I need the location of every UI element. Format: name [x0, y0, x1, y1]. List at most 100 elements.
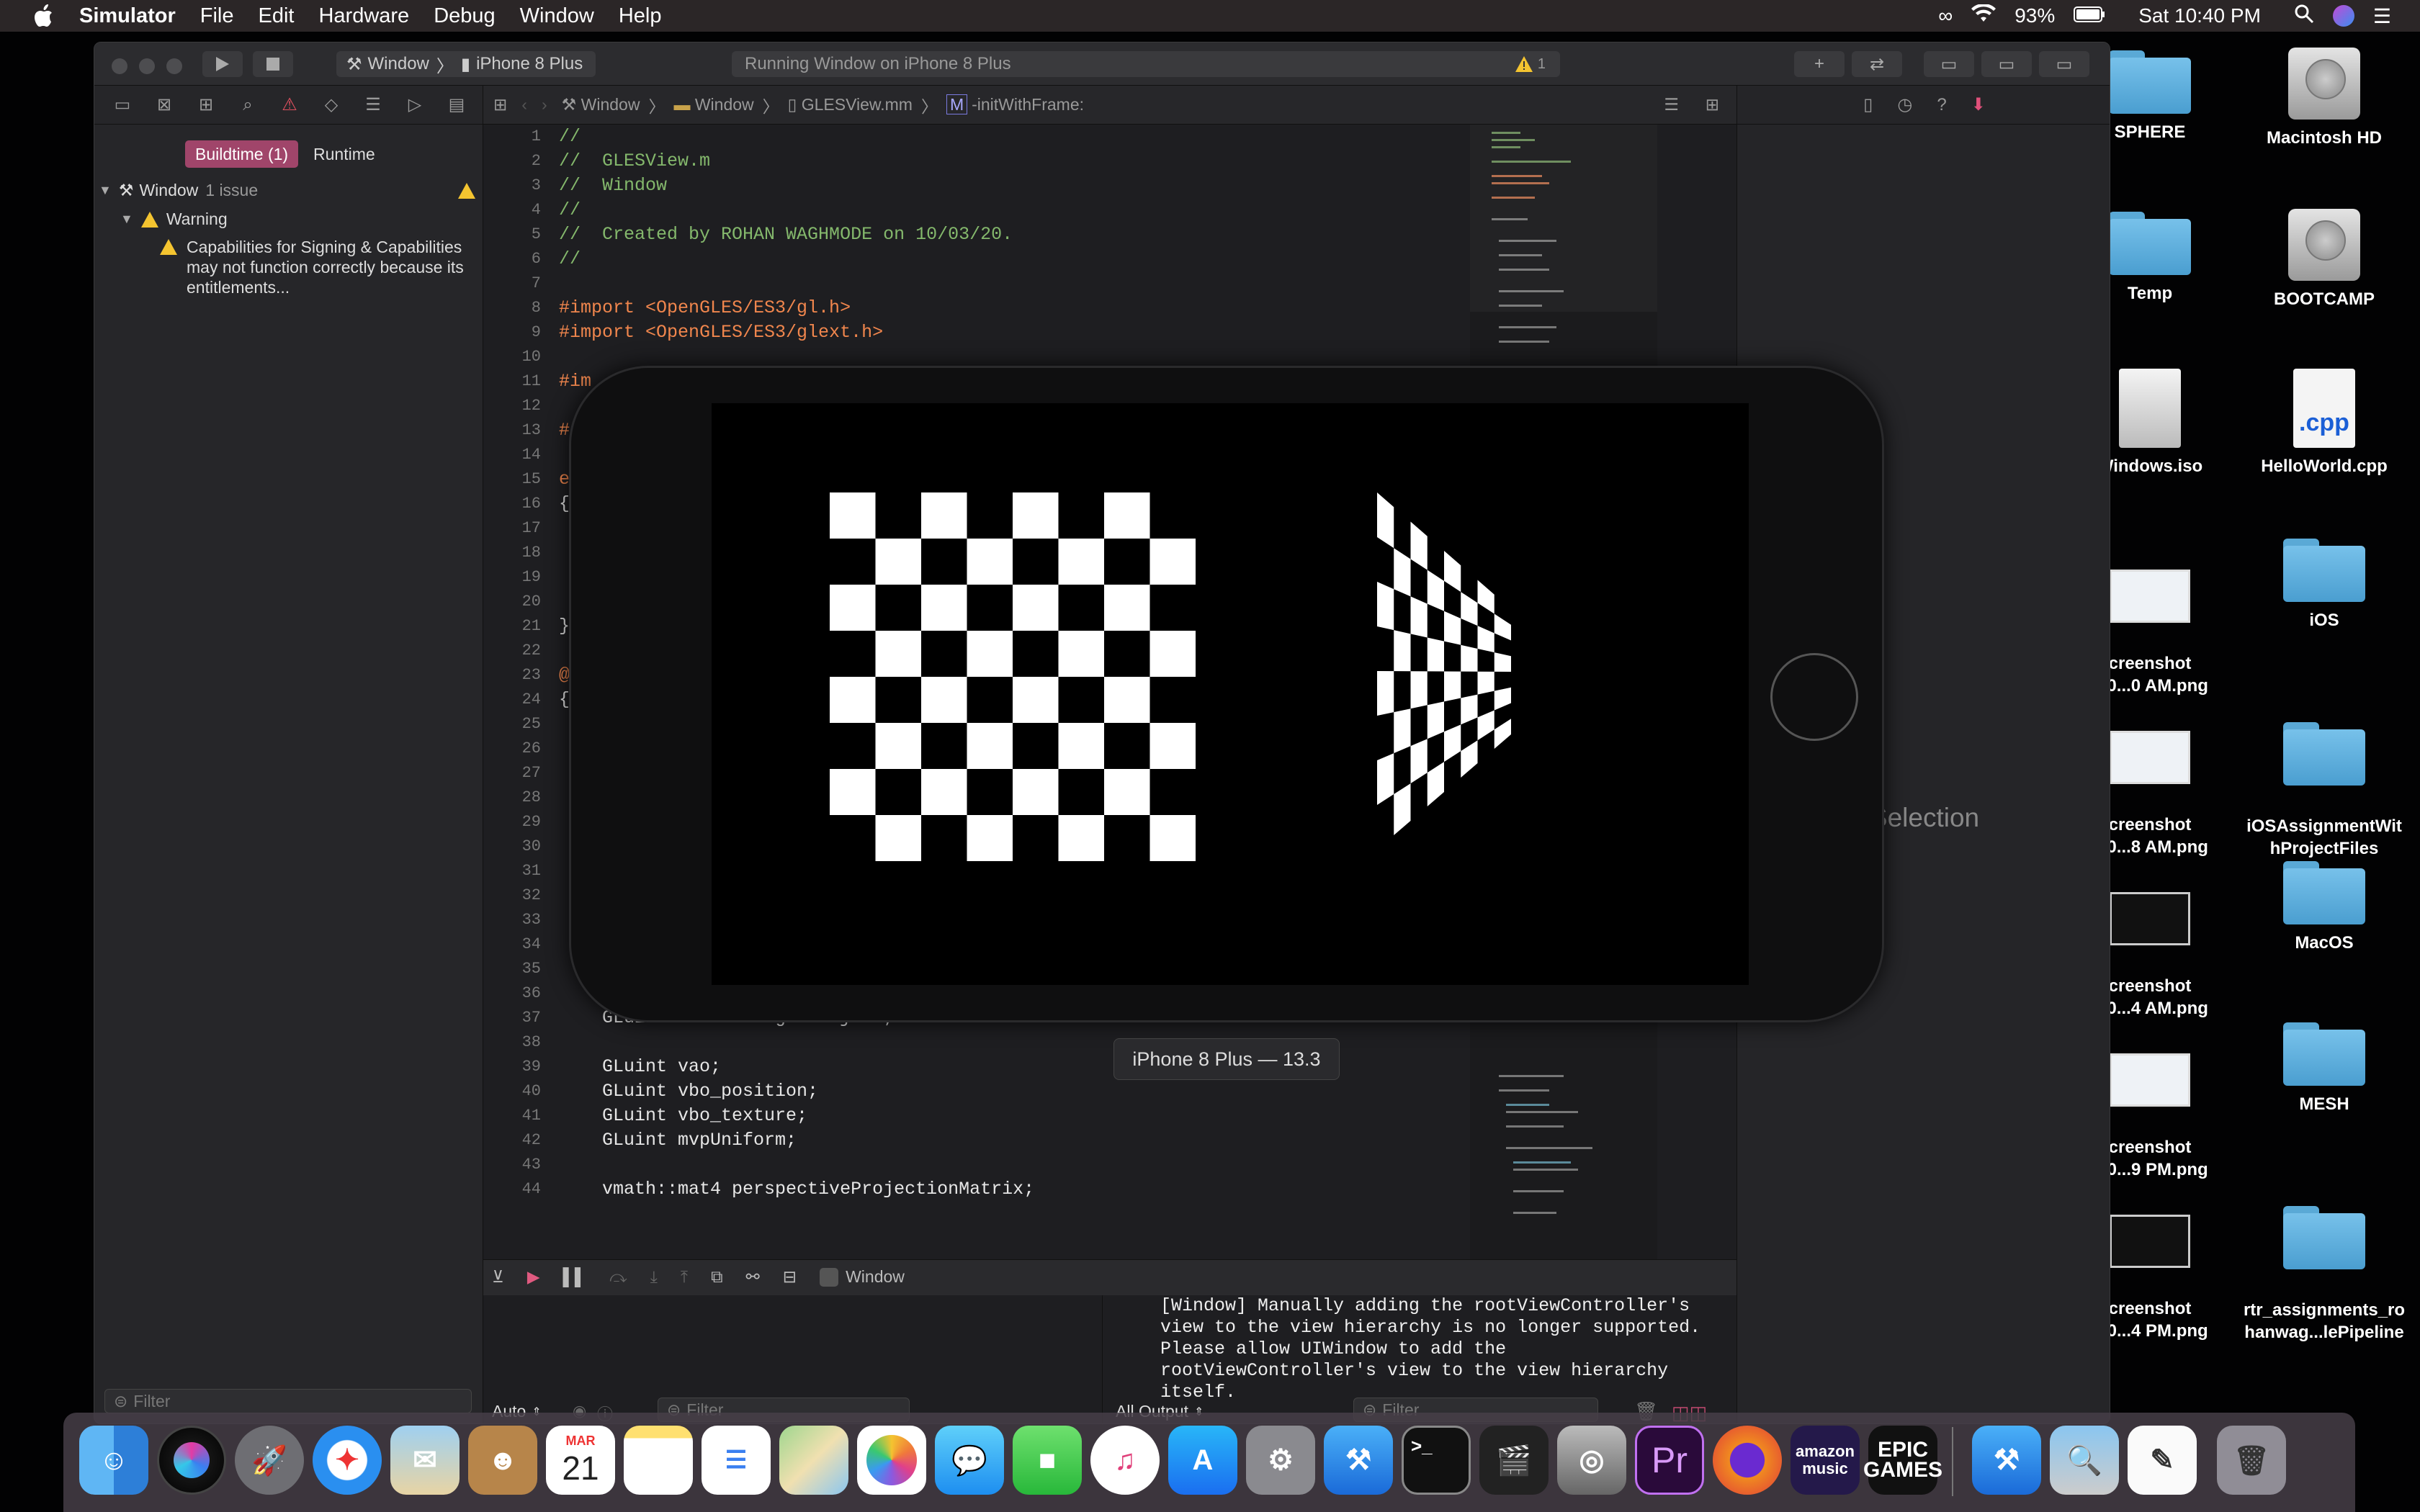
- memory-graph-icon[interactable]: ⚯: [746, 1267, 760, 1287]
- issue-group-row[interactable]: ▼ Warning: [120, 210, 228, 229]
- preview-icon[interactable]: 🔍: [2050, 1426, 2119, 1495]
- breadcrumb-folder[interactable]: ▬ Window: [673, 95, 753, 114]
- find-nav-icon[interactable]: ⌕: [227, 95, 269, 115]
- launchpad-icon[interactable]: 🚀: [235, 1426, 304, 1495]
- apple-menu-icon[interactable]: [29, 1, 58, 30]
- symbol-nav-icon[interactable]: ⊞: [185, 94, 227, 115]
- code-review-button[interactable]: ⇄: [1852, 51, 1902, 77]
- zoom-window-button[interactable]: [166, 58, 182, 74]
- hide-debug-area-icon[interactable]: ⊻: [492, 1267, 504, 1287]
- siri-icon[interactable]: [157, 1426, 226, 1495]
- minimize-window-button[interactable]: [139, 58, 155, 74]
- step-into-icon[interactable]: ⤓: [650, 1267, 658, 1287]
- warning-badge[interactable]: 1: [1515, 55, 1546, 73]
- desktop-disk-bootcamp[interactable]: BOOTCAMP: [2241, 209, 2407, 310]
- menu-hardware[interactable]: Hardware: [318, 4, 409, 28]
- wifi-icon[interactable]: [1971, 3, 1996, 28]
- system-preferences-icon[interactable]: ⚙: [1246, 1426, 1315, 1495]
- messages-icon[interactable]: 💬: [935, 1426, 1004, 1495]
- battery-icon[interactable]: [2074, 4, 2105, 27]
- forward-arrow-icon[interactable]: ›: [542, 95, 547, 114]
- report-nav-icon[interactable]: ▤: [436, 94, 478, 115]
- app-store-icon[interactable]: A: [1168, 1426, 1237, 1495]
- desktop-file-helloworld-cpp[interactable]: .cpp HelloWorld.cpp: [2241, 369, 2407, 477]
- clock[interactable]: Sat 10:40 PM: [2138, 4, 2261, 27]
- spotlight-search-icon[interactable]: [2294, 4, 2314, 29]
- desktop-folder-iosassignment[interactable]: iOSAssignmentWit hProjectFiles: [2241, 700, 2407, 860]
- history-inspector-icon[interactable]: ◷: [1897, 94, 1912, 115]
- back-arrow-icon[interactable]: ‹: [521, 95, 527, 114]
- add-editor-icon[interactable]: ⊞: [1706, 95, 1719, 114]
- photos-icon[interactable]: [857, 1426, 926, 1495]
- mail-icon[interactable]: ✉: [390, 1426, 460, 1495]
- creative-cloud-icon[interactable]: ∞: [1938, 4, 1953, 27]
- breakpoint-nav-icon[interactable]: ▷: [394, 94, 436, 115]
- step-out-icon[interactable]: ⤒: [681, 1267, 688, 1287]
- simulator-screen[interactable]: [712, 403, 1749, 985]
- toggle-debug-area-button[interactable]: ▭: [1981, 51, 2032, 77]
- breadcrumb-method[interactable]: M -initWithFrame:: [946, 94, 1084, 114]
- textedit-icon[interactable]: ✎: [2128, 1426, 2197, 1495]
- maps-icon[interactable]: [779, 1426, 848, 1495]
- reminders-icon[interactable]: ☰: [702, 1426, 771, 1495]
- desktop-folder-mesh[interactable]: MESH: [2241, 1022, 2407, 1115]
- menu-file[interactable]: File: [200, 4, 234, 28]
- contacts-icon[interactable]: ☻: [468, 1426, 537, 1495]
- firefox-icon[interactable]: [1713, 1426, 1782, 1495]
- console-output[interactable]: [Window] Manually adding the rootViewCon…: [1160, 1295, 1722, 1403]
- related-items-icon[interactable]: ⊞: [493, 95, 507, 114]
- toggle-navigator-button[interactable]: ▭: [1924, 51, 1974, 77]
- desktop-folder-macos[interactable]: MacOS: [2241, 861, 2407, 954]
- disk-utility-icon[interactable]: ◎: [1557, 1426, 1626, 1495]
- tab-buildtime[interactable]: Buildtime (1): [185, 140, 299, 168]
- terminal-icon[interactable]: >_: [1402, 1426, 1471, 1495]
- toggle-inspector-button[interactable]: ▭: [2039, 51, 2089, 77]
- folder-nav-icon[interactable]: ▭: [102, 94, 143, 115]
- breakpoints-toggle-icon[interactable]: ▶: [527, 1267, 540, 1287]
- stop-button[interactable]: [253, 51, 293, 77]
- issue-project-row[interactable]: ▼ ⚒ Window 1 issue: [99, 181, 480, 200]
- menu-edit[interactable]: Edit: [258, 4, 294, 28]
- step-over-icon[interactable]: ⤼: [609, 1267, 627, 1287]
- attributes-inspector-icon[interactable]: ⬇: [1971, 94, 1986, 115]
- issue-row[interactable]: Capabilities for Signing & Capabilities …: [159, 237, 476, 297]
- safari-icon[interactable]: ✦: [313, 1426, 382, 1495]
- menu-help[interactable]: Help: [619, 4, 662, 28]
- amazon-music-icon[interactable]: amazon music: [1791, 1426, 1860, 1495]
- environment-overrides-icon[interactable]: ⊟: [783, 1267, 797, 1287]
- home-button[interactable]: [1770, 653, 1858, 741]
- trash-icon[interactable]: 🗑: [2217, 1426, 2286, 1495]
- help-inspector-icon[interactable]: ?: [1937, 95, 1946, 115]
- tab-runtime[interactable]: Runtime: [303, 140, 385, 168]
- issue-nav-icon[interactable]: ⚠: [269, 94, 310, 115]
- navigator-filter[interactable]: ⊜ Filter: [104, 1389, 472, 1413]
- premiere-icon[interactable]: Pr: [1635, 1426, 1704, 1495]
- desktop-folder-ios[interactable]: iOS: [2241, 539, 2407, 631]
- scheme-selector[interactable]: ⚒ Window 〉 ▮ iPhone 8 Plus: [336, 51, 596, 77]
- xcode-2-icon[interactable]: ⚒: [1972, 1426, 2041, 1495]
- finder-icon[interactable]: ☺: [79, 1426, 148, 1495]
- run-button[interactable]: [202, 51, 243, 77]
- test-nav-icon[interactable]: ◇: [310, 94, 352, 115]
- final-cut-icon[interactable]: 🎬: [1479, 1426, 1549, 1495]
- pause-icon[interactable]: ▌▌: [563, 1267, 587, 1287]
- calendar-icon[interactable]: MAR 21: [546, 1426, 615, 1495]
- epic-games-icon[interactable]: EPIC GAMES: [1863, 1426, 1942, 1495]
- breadcrumb-file[interactable]: ▯ GLESView.mm: [788, 95, 913, 114]
- breadcrumb-project[interactable]: ⚒ Window: [562, 95, 640, 114]
- notification-center-icon[interactable]: ☰: [2373, 4, 2391, 28]
- menu-app[interactable]: Simulator: [79, 4, 176, 28]
- disclosure-triangle-icon[interactable]: ▼: [99, 183, 112, 198]
- xcode-icon[interactable]: ⚒: [1324, 1426, 1393, 1495]
- desktop-disk-macintosh-hd[interactable]: Macintosh HD: [2241, 48, 2407, 149]
- itunes-icon[interactable]: ♫: [1090, 1426, 1160, 1495]
- disclosure-triangle-icon[interactable]: ▼: [120, 212, 133, 227]
- debug-view-hierarchy-icon[interactable]: ⧉: [711, 1267, 722, 1287]
- siri-menu-icon[interactable]: [2332, 5, 2354, 27]
- source-control-nav-icon[interactable]: ⊠: [143, 94, 185, 115]
- notes-icon[interactable]: [624, 1426, 693, 1495]
- editor-options-icon[interactable]: ☰: [1664, 95, 1679, 114]
- facetime-icon[interactable]: ■: [1013, 1426, 1082, 1495]
- menu-debug[interactable]: Debug: [434, 4, 495, 28]
- library-button[interactable]: +: [1794, 51, 1845, 77]
